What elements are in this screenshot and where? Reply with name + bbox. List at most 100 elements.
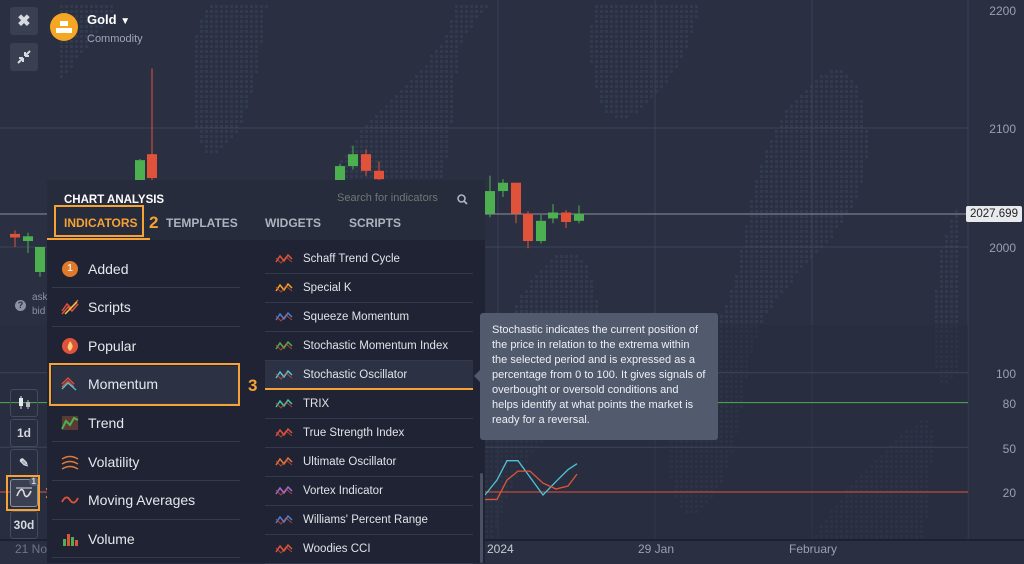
map-dot <box>525 290 528 293</box>
map-dot <box>235 130 238 133</box>
map-dot <box>615 100 618 103</box>
map-dot <box>380 155 383 158</box>
map-dot <box>600 80 603 83</box>
map-dot <box>195 40 198 43</box>
map-dot <box>825 205 828 208</box>
map-dot <box>60 70 63 73</box>
map-dot <box>805 115 808 118</box>
map-dot <box>600 65 603 68</box>
map-dot <box>835 130 838 133</box>
map-dot <box>765 250 768 253</box>
map-dot <box>580 295 583 298</box>
map-dot <box>775 270 778 273</box>
map-dot <box>850 160 853 163</box>
map-dot <box>820 110 823 113</box>
map-dot <box>730 310 733 313</box>
map-dot <box>800 120 803 123</box>
map-dot <box>750 235 753 238</box>
map-dot <box>645 60 648 63</box>
map-dot <box>820 80 823 83</box>
map-dot <box>250 25 253 28</box>
map-dot <box>535 280 538 283</box>
map-dot <box>685 40 688 43</box>
map-dot <box>615 90 618 93</box>
map-dot <box>610 55 613 58</box>
map-dot <box>755 310 758 313</box>
map-dot <box>630 55 633 58</box>
map-dot <box>860 105 863 108</box>
map-dot <box>825 165 828 168</box>
map-dot <box>415 105 418 108</box>
map-dot <box>440 160 443 163</box>
map-dot <box>635 70 638 73</box>
map-dot <box>220 65 223 68</box>
map-dot <box>390 170 393 173</box>
map-dot <box>830 165 833 168</box>
map-dot <box>775 195 778 198</box>
map-dot <box>860 145 863 148</box>
map-dot <box>600 30 603 33</box>
map-dot <box>240 45 243 48</box>
map-dot <box>685 30 688 33</box>
map-dot <box>805 120 808 123</box>
map-dot <box>780 205 783 208</box>
map-dot <box>485 5 488 8</box>
map-dot <box>795 230 798 233</box>
map-dot <box>580 260 583 263</box>
map-dot <box>745 305 748 308</box>
map-dot <box>660 20 663 23</box>
map-dot <box>670 20 673 23</box>
map-dot <box>435 115 438 118</box>
map-dot <box>395 130 398 133</box>
map-dot <box>220 35 223 38</box>
map-dot <box>70 50 73 53</box>
map-dot <box>825 175 828 178</box>
map-dot <box>250 35 253 38</box>
map-dot <box>230 90 233 93</box>
map-dot <box>770 160 773 163</box>
map-dot <box>760 185 763 188</box>
map-dot <box>785 110 788 113</box>
map-dot <box>430 80 433 83</box>
map-dot <box>430 135 433 138</box>
map-dot <box>820 165 823 168</box>
map-dot <box>690 10 693 13</box>
map-dot <box>795 100 798 103</box>
map-dot <box>795 225 798 228</box>
map-dot <box>405 120 408 123</box>
map-dot <box>825 100 828 103</box>
map-dot <box>775 285 778 288</box>
map-dot <box>530 290 533 293</box>
map-dot <box>800 185 803 188</box>
map-dot <box>600 100 603 103</box>
map-dot <box>550 300 553 303</box>
map-dot <box>430 105 433 108</box>
map-dot <box>755 235 758 238</box>
map-dot <box>800 205 803 208</box>
map-dot <box>385 110 388 113</box>
map-dot <box>790 240 793 243</box>
map-dot <box>620 30 623 33</box>
map-dot <box>440 70 443 73</box>
map-dot <box>215 120 218 123</box>
map-dot <box>605 40 608 43</box>
map-dot <box>755 270 758 273</box>
map-dot <box>435 160 438 163</box>
map-dot <box>570 300 573 303</box>
map-dot <box>640 5 643 8</box>
map-dot <box>530 280 533 283</box>
map-dot <box>835 220 838 223</box>
map-dot <box>250 55 253 58</box>
map-dot <box>405 165 408 168</box>
map-dot <box>445 85 448 88</box>
map-dot <box>580 290 583 293</box>
map-dot <box>560 280 563 283</box>
map-dot <box>250 90 253 93</box>
map-dot <box>210 95 213 98</box>
map-dot <box>640 45 643 48</box>
map-dot <box>615 40 618 43</box>
map-dot <box>765 165 768 168</box>
map-dot <box>430 120 433 123</box>
map-dot <box>625 80 628 83</box>
map-dot <box>425 110 428 113</box>
